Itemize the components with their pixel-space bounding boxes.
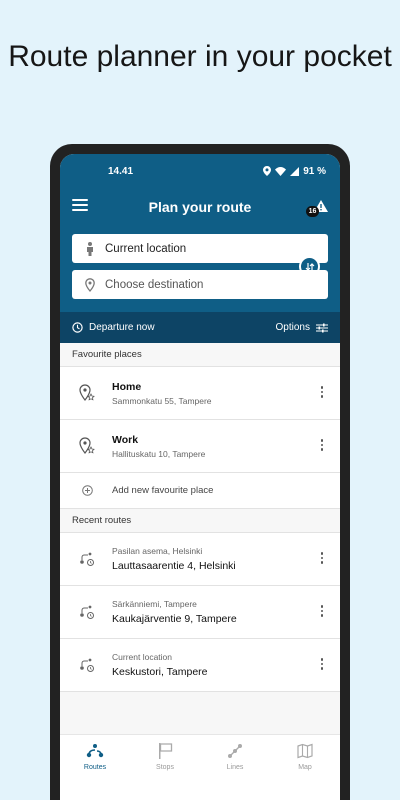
recent-route-item[interactable]: Current location Keskustori, Tampere xyxy=(60,639,340,692)
status-time: 14.41 xyxy=(108,165,134,177)
wifi-icon xyxy=(275,166,287,176)
favourite-pin-icon xyxy=(78,383,96,403)
alerts-button[interactable]: 16 xyxy=(306,198,330,218)
route-origin: Pasilan asema, Helsinki xyxy=(112,546,203,556)
route-icon xyxy=(78,655,96,675)
app-screen: 14.41 91 % Plan your route 16 Current lo… xyxy=(60,154,340,800)
menu-button[interactable] xyxy=(72,199,88,213)
favourites-list: Home Sammonkatu 55, Tampere Work Hallitu… xyxy=(60,366,340,509)
location-pin-icon xyxy=(84,277,96,292)
favourite-place-work[interactable]: Work Hallituskatu 10, Tampere xyxy=(60,420,340,473)
tab-label: Map xyxy=(298,764,312,771)
more-options-button[interactable] xyxy=(320,552,324,566)
favourite-place-name: Home xyxy=(112,380,142,393)
recent-routes-list: Pasilan asema, Helsinki Lauttasaarentie … xyxy=(60,532,340,692)
more-options-button[interactable] xyxy=(320,439,324,453)
stop-flag-icon xyxy=(157,742,173,760)
more-options-button[interactable] xyxy=(320,386,324,400)
route-destination: Keskustori, Tampere xyxy=(112,666,208,678)
options-label: Options xyxy=(275,322,310,333)
phone-frame: 14.41 91 % Plan your route 16 Current lo… xyxy=(50,144,350,800)
route-destination: Lauttasaarentie 4, Helsinki xyxy=(112,560,236,572)
route-origin: Current location xyxy=(112,652,173,662)
destination-field[interactable]: Choose destination xyxy=(72,270,328,299)
location-status-icon xyxy=(263,166,272,176)
lines-icon xyxy=(227,742,243,760)
route-icon xyxy=(78,602,96,622)
route-icon xyxy=(78,549,96,569)
route-destination: Kaukajärventie 9, Tampere xyxy=(112,613,237,625)
status-bar: 14.41 91 % xyxy=(60,154,340,188)
add-favourite-label: Add new favourite place xyxy=(112,485,214,496)
departure-bar: Departure now Options xyxy=(60,312,340,343)
favourite-place-name: Work xyxy=(112,433,139,446)
recent-routes-section-label: Recent routes xyxy=(72,515,132,526)
recent-route-item[interactable]: Särkänniemi, Tampere Kaukajärventie 9, T… xyxy=(60,586,340,639)
sliders-icon xyxy=(316,323,328,332)
tab-label: Lines xyxy=(226,764,244,771)
favourite-place-address: Sammonkatu 55, Tampere xyxy=(112,395,212,406)
options-button[interactable]: Options xyxy=(276,322,328,333)
battery-level: 91 % xyxy=(303,165,326,177)
recent-route-item[interactable]: Pasilan asema, Helsinki Lauttasaarentie … xyxy=(60,533,340,586)
routes-icon xyxy=(86,742,104,760)
tab-stops[interactable]: Stops xyxy=(130,735,200,800)
add-circle-icon xyxy=(78,481,96,501)
main-content: Favourite places Home Sammonkatu 55, Tam… xyxy=(60,343,340,733)
origin-field[interactable]: Current location xyxy=(72,234,328,263)
map-icon xyxy=(297,742,313,760)
tab-map[interactable]: Map xyxy=(270,735,340,800)
destination-placeholder: Choose destination xyxy=(105,278,204,291)
tab-label: Stops xyxy=(156,764,174,771)
person-icon xyxy=(84,241,96,256)
departure-time-button[interactable]: Departure now xyxy=(72,322,155,333)
page-title: Plan your route xyxy=(148,199,252,215)
tab-lines[interactable]: Lines xyxy=(200,735,270,800)
departure-label: Departure now xyxy=(89,322,155,333)
alerts-count-badge: 16 xyxy=(306,206,319,217)
route-origin: Särkänniemi, Tampere xyxy=(112,599,197,609)
tab-label: Routes xyxy=(83,764,107,771)
more-options-button[interactable] xyxy=(320,658,324,672)
top-area: 14.41 91 % Plan your route 16 Current lo… xyxy=(60,154,340,312)
clock-icon xyxy=(72,322,83,333)
favourite-place-home[interactable]: Home Sammonkatu 55, Tampere xyxy=(60,367,340,420)
app-header: Plan your route 16 xyxy=(60,188,340,226)
tab-routes[interactable]: Routes xyxy=(60,735,130,800)
bottom-navigation: Routes Stops Lines Map xyxy=(60,734,340,800)
signal-icon xyxy=(290,166,300,176)
favourites-section-label: Favourite places xyxy=(72,349,142,360)
status-icons: 91 % xyxy=(263,166,326,177)
more-options-button[interactable] xyxy=(320,605,324,619)
origin-value: Current location xyxy=(105,242,187,255)
favourite-pin-icon xyxy=(78,436,96,456)
promo-title: Route planner in your pocket xyxy=(8,40,392,73)
favourite-place-address: Hallituskatu 10, Tampere xyxy=(112,448,206,459)
add-favourite-button[interactable]: Add new favourite place xyxy=(60,473,340,509)
